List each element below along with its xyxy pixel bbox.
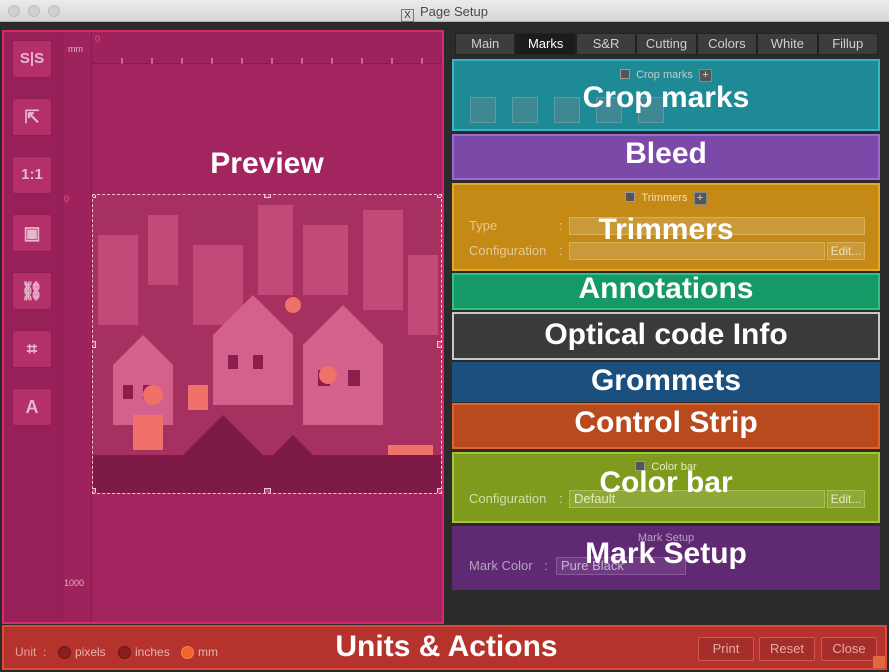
resize-handle-top[interactable] — [264, 195, 271, 198]
grommets-section: Grommets — [452, 362, 880, 402]
fit-frame-icon: ▣ — [23, 223, 41, 243]
reset-button[interactable]: Reset — [759, 637, 815, 661]
resize-handle-bl[interactable] — [93, 488, 96, 493]
grommets-label: Grommets — [590, 364, 742, 397]
resize-handle-tl[interactable] — [93, 195, 96, 198]
tab-marks[interactable]: Marks — [515, 33, 576, 55]
artwork-preview[interactable] — [92, 194, 442, 494]
text-tool-button[interactable]: A — [12, 388, 52, 426]
transform-button[interactable]: ⌗ — [12, 330, 52, 368]
page-setup-window: X Page Setup S|S ⇱ 1:1 ▣ ⛓ ⌗ A mm 0 0 10… — [0, 0, 889, 672]
color-bar-label: Color bar — [599, 466, 733, 499]
resize-handle-left[interactable] — [93, 341, 96, 348]
trimmers-section: Trimmers + Type : Configuration : Edit...… — [452, 183, 880, 271]
ruler-unit-label: mm — [68, 44, 83, 54]
title-bar: X Page Setup — [0, 0, 889, 22]
horizontal-ruler-ticks — [121, 58, 423, 64]
artwork-illustration — [93, 195, 441, 493]
control-strip-label: Control Strip — [574, 406, 758, 439]
crop-marks-header: Crop marks — [636, 69, 693, 81]
text-tool-icon: A — [25, 397, 39, 417]
control-strip-section: Control Strip — [452, 403, 880, 449]
x11-app-icon: X — [401, 9, 415, 22]
ruler-v-zero: 0 — [64, 194, 70, 204]
color-bar-section: Color bar Configuration : Default Edit..… — [452, 452, 880, 523]
window-resize-grip[interactable] — [873, 656, 885, 668]
link-icon: ⛓ — [20, 281, 44, 301]
close-button[interactable]: Close — [821, 637, 877, 661]
horizontal-ruler — [92, 32, 442, 64]
crop-marks-section: Crop marks + Crop marks — [452, 59, 880, 131]
preview-label: Preview — [210, 147, 324, 180]
ruler-v-1000: 1000 — [64, 578, 85, 588]
open-external-icon: ⇱ — [24, 107, 40, 127]
trimmers-header: Trimmers — [641, 192, 688, 204]
mark-setup-label: Mark Setup — [585, 537, 747, 570]
tab-cutting[interactable]: Cutting — [636, 33, 697, 55]
crop-marks-label: Crop marks — [582, 81, 750, 114]
preview-panel: S|S ⇱ 1:1 ▣ ⛓ ⌗ A mm 0 0 1000 Preview — [2, 30, 444, 624]
window-title: Page Setup — [420, 4, 488, 19]
units-actions-label: Units & Actions — [335, 630, 558, 663]
link-button[interactable]: ⛓ — [12, 272, 52, 310]
resize-handle-br[interactable] — [437, 488, 441, 493]
settings-tabs: Main Marks S&R Cutting Colors White Fill… — [455, 33, 878, 55]
trimmers-add-icon[interactable]: + — [693, 192, 707, 205]
mark-setup-section: Mark Setup Mark Color : Pure Black Mark … — [452, 526, 880, 590]
optical-code-label: Optical code Info — [544, 318, 788, 351]
bleed-label: Bleed — [625, 137, 707, 170]
open-external-button[interactable]: ⇱ — [12, 98, 52, 136]
ruler-h-zero: 0 — [95, 34, 101, 44]
units-actions-bar: Unit : pixels inches mm Units & Actions … — [2, 625, 887, 670]
actual-size-button[interactable]: 1:1 — [12, 156, 52, 194]
split-view-button[interactable]: S|S — [12, 40, 52, 78]
resize-handle-right[interactable] — [437, 341, 441, 348]
tab-colors[interactable]: Colors — [696, 33, 758, 55]
preview-toolstrip: S|S ⇱ 1:1 ▣ ⛓ ⌗ A — [4, 32, 62, 622]
actual-size-icon: 1:1 — [21, 166, 43, 183]
tab-s-and-r[interactable]: S&R — [575, 33, 637, 55]
fit-frame-button[interactable]: ▣ — [12, 214, 52, 252]
optical-code-section: Optical code Info — [452, 312, 880, 360]
tab-fillup[interactable]: Fillup — [817, 33, 878, 55]
resize-handle-bottom[interactable] — [264, 488, 271, 493]
annotations-label: Annotations — [578, 272, 754, 305]
crop-marks-checkbox[interactable] — [620, 69, 631, 79]
split-view-icon: S|S — [19, 50, 45, 67]
bleed-section: Bleed — [452, 134, 880, 180]
trimmers-checkbox[interactable] — [625, 192, 636, 202]
trimmers-label: Trimmers — [598, 213, 734, 246]
transform-icon: ⌗ — [26, 339, 38, 359]
print-button[interactable]: Print — [698, 637, 754, 661]
tab-white[interactable]: White — [757, 33, 818, 55]
resize-handle-tr[interactable] — [437, 195, 441, 198]
annotations-section: Annotations — [452, 272, 880, 310]
tab-main[interactable]: Main — [455, 33, 516, 55]
vertical-ruler — [62, 32, 92, 622]
